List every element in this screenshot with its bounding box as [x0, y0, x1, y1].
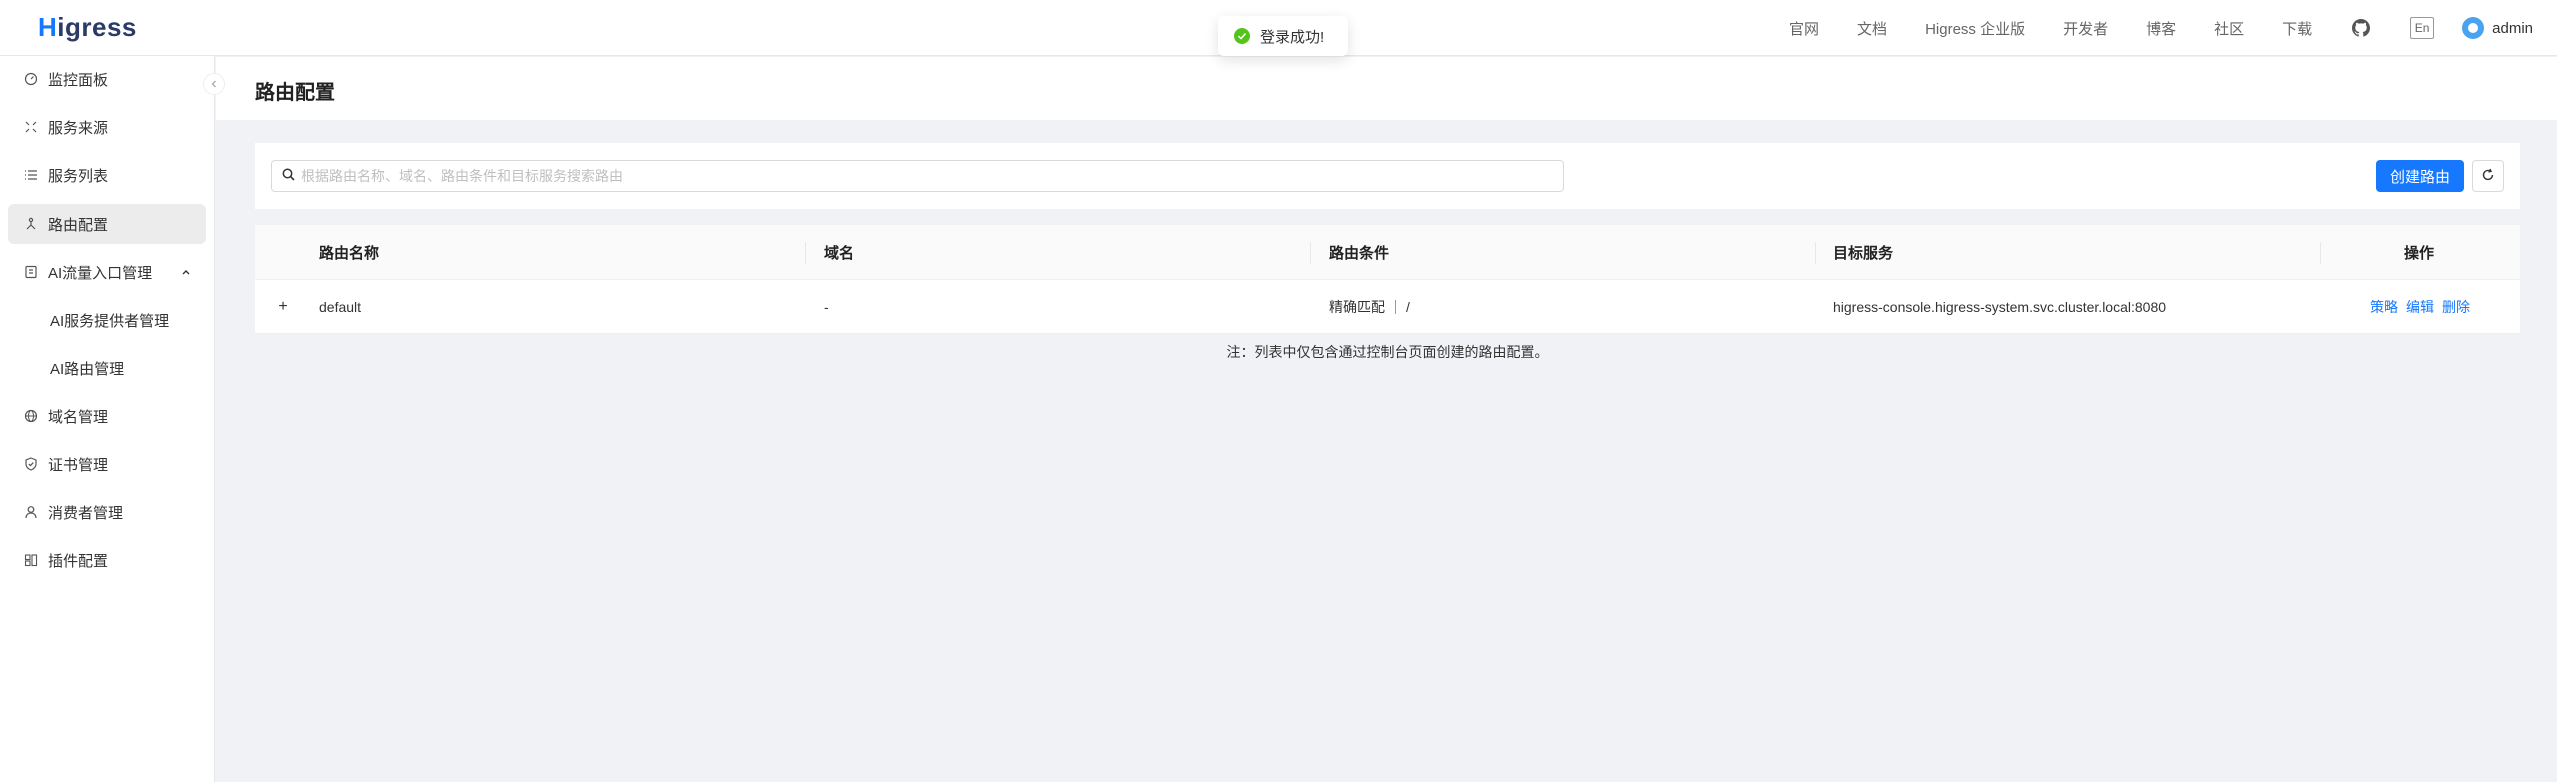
sidebar-item-label: 监控面板 — [48, 71, 109, 89]
route-actions: 策略 编辑 删除 — [2370, 280, 2478, 334]
sidebar-item-label: 服务列表 — [48, 167, 109, 185]
chevron-up-icon[interactable] — [180, 265, 192, 282]
column-header-actions: 操作 — [2404, 245, 2435, 262]
sidebar-collapse-button[interactable] — [203, 73, 225, 95]
nav-enterprise[interactable]: Higress 企业版 — [1925, 18, 2025, 39]
avatar — [2462, 17, 2485, 39]
sidebar-item-label: 路由配置 — [48, 216, 109, 234]
nav-docs[interactable]: 文档 — [1857, 18, 1887, 39]
search-input[interactable] — [301, 168, 1563, 184]
route-icon — [24, 217, 38, 231]
sidebar-item-service-list[interactable]: 服务列表 — [8, 155, 206, 195]
dashboard-icon — [24, 72, 38, 86]
delete-link[interactable]: 删除 — [2442, 297, 2470, 317]
sidebar-item-ai-provider[interactable]: AI服务提供者管理 — [8, 300, 206, 340]
sidebar-item-ai-route[interactable]: AI路由管理 — [8, 348, 206, 388]
column-header-domain: 域名 — [824, 245, 855, 262]
page-title: 路由配置 — [255, 82, 335, 104]
sidebar-item-label: 插件配置 — [48, 552, 109, 570]
sidebar-item-label: AI路由管理 — [50, 360, 125, 378]
toast-message: 登录成功! — [1260, 28, 1325, 46]
sidebar-item-plugin[interactable]: 插件配置 — [8, 540, 206, 580]
sidebar-item-service-source[interactable]: 服务来源 — [8, 107, 206, 147]
sidebar-item-label: AI服务提供者管理 — [50, 312, 170, 330]
route-name: default — [319, 299, 362, 315]
nav-official-site[interactable]: 官网 — [1789, 18, 1819, 39]
language-switch-button[interactable]: En — [2410, 17, 2435, 39]
sidebar-item-label: 服务来源 — [48, 119, 109, 137]
table-row: + default - 精确匹配 / higress-console.higre… — [255, 280, 2520, 334]
user-menu[interactable]: admin — [2462, 17, 2533, 39]
match-path: / — [1406, 299, 1410, 315]
shield-icon — [24, 457, 38, 471]
top-nav: 官网 文档 Higress 企业版 开发者 博客 社区 下载 En admin — [1789, 0, 2557, 56]
sidebar-item-domain[interactable]: 域名管理 — [8, 396, 206, 436]
sidebar-item-label: AI流量入口管理 — [48, 264, 153, 282]
globe-icon — [24, 409, 38, 423]
user-icon — [24, 505, 38, 519]
sidebar-item-ai-gateway[interactable]: AI流量入口管理 — [8, 252, 206, 292]
github-icon[interactable] — [2350, 17, 2372, 39]
nav-download[interactable]: 下载 — [2282, 18, 2312, 39]
sidebar-item-label: 证书管理 — [48, 456, 109, 474]
route-target-service: higress-console.higress-system.svc.clust… — [1833, 299, 2167, 315]
column-header-name: 路由名称 — [319, 245, 380, 262]
routes-table: 路由名称 域名 路由条件 目标服务 操作 + default - 精确匹配 / … — [255, 225, 2520, 334]
route-domain: - — [824, 299, 829, 315]
match-type: 精确匹配 — [1329, 299, 1385, 315]
sidebar-item-label: 消费者管理 — [48, 504, 124, 522]
refresh-icon — [2481, 168, 2495, 185]
sidebar-item-consumer[interactable]: 消费者管理 — [8, 492, 206, 532]
sidebar-item-dashboard[interactable]: 监控面板 — [8, 59, 206, 99]
search-panel: 创建路由 — [255, 143, 2520, 209]
plugin-icon — [24, 553, 38, 567]
column-header-target: 目标服务 — [1833, 245, 1894, 262]
search-box — [271, 160, 1564, 192]
refresh-button[interactable] — [2472, 160, 2504, 192]
search-icon — [282, 168, 295, 184]
user-name: admin — [2492, 19, 2533, 37]
list-icon — [24, 168, 38, 182]
sidebar: 监控面板 服务来源 服务列表 路由配置 AI流量入口管理 AI服务提供者管理 A… — [0, 56, 215, 782]
sidebar-item-label: 域名管理 — [48, 408, 109, 426]
nav-community[interactable]: 社区 — [2214, 18, 2244, 39]
sidebar-item-certificate[interactable]: 证书管理 — [8, 444, 206, 484]
table-header: 路由名称 域名 路由条件 目标服务 操作 — [255, 225, 2520, 280]
source-icon — [24, 120, 38, 134]
edit-link[interactable]: 编辑 — [2406, 297, 2434, 317]
create-route-button[interactable]: 创建路由 — [2376, 160, 2464, 192]
expand-row-icon[interactable]: + — [275, 298, 291, 315]
route-condition: 精确匹配 / — [1329, 280, 1410, 334]
login-success-toast: 登录成功! — [1218, 16, 1349, 56]
page-header: 路由配置 — [216, 57, 2557, 120]
column-header-condition: 路由条件 — [1329, 245, 1390, 262]
higress-logo[interactable]: Higress — [38, 12, 137, 43]
nav-blog[interactable]: 博客 — [2146, 18, 2176, 39]
table-footnote: 注：列表中仅包含通过控制台页面创建的路由配置。 — [1226, 344, 1549, 360]
nav-developer[interactable]: 开发者 — [2063, 18, 2108, 39]
sidebar-item-route-config[interactable]: 路由配置 — [8, 204, 206, 244]
ai-icon — [24, 265, 38, 279]
strategy-link[interactable]: 策略 — [2370, 297, 2398, 317]
check-circle-icon — [1234, 28, 1250, 44]
